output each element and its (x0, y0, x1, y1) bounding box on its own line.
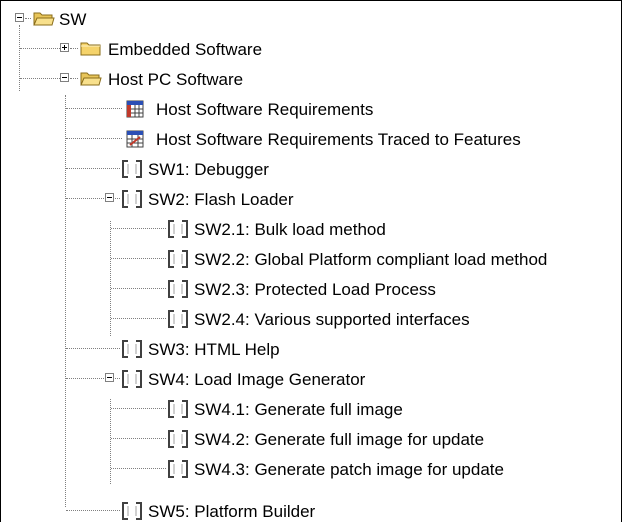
tree-node-label: SW4.3: Generate patch image for update (194, 460, 504, 479)
tree-node-label: Embedded Software (108, 40, 263, 59)
tree-connector-line (20, 48, 60, 49)
tree-node-label: SW (59, 10, 87, 29)
requirement-icon (121, 189, 143, 209)
requirement-icon (167, 279, 189, 299)
tree-node-sw2-2[interactable]: SW2.2: Global Platform compliant load me… (1, 245, 621, 275)
collapse-toggle-icon[interactable] (105, 193, 114, 202)
requirement-icon (121, 369, 143, 389)
tree-node-label: SW2.3: Protected Load Process (194, 280, 436, 299)
tree-connector-line (115, 198, 120, 199)
collapse-toggle-icon[interactable] (15, 13, 24, 22)
requirement-icon (167, 459, 189, 479)
requirement-icon (167, 219, 189, 239)
expand-toggle-icon[interactable] (60, 43, 69, 52)
tree-node-label: Host Software Requirements Traced to Fea… (156, 130, 521, 149)
tree-node-label: SW3: HTML Help (148, 340, 280, 359)
tree-node-label: Host PC Software (108, 70, 244, 89)
tree-node-label: SW4: Load Image Generator (148, 370, 366, 389)
tree-connector-line (111, 438, 166, 439)
tree-node-label: SW5: Platform Builder (148, 502, 316, 521)
tree-connector-line (111, 228, 166, 229)
tree-connector-line (70, 48, 78, 49)
tree-node-sw4-3[interactable]: SW4.3: Generate patch image for update (1, 455, 621, 485)
tree-node-label: Host Software Requirements (156, 100, 374, 119)
tree-connector-line (111, 318, 166, 319)
tree-connector-line (66, 510, 120, 511)
tree-node-sw4[interactable]: SW4: Load Image Generator (1, 365, 621, 395)
tree-connector-line (66, 378, 106, 379)
requirement-icon (121, 501, 143, 521)
table-icon (126, 100, 144, 118)
collapse-toggle-icon[interactable] (105, 373, 114, 382)
tree-node-sw[interactable]: SW (1, 5, 621, 35)
tree-node-label: SW1: Debugger (148, 160, 269, 179)
tree-node-label: SW2.4: Various supported interfaces (194, 310, 470, 329)
tree-node-sw5[interactable]: SW5: Platform Builder (1, 497, 621, 527)
tree-connector-line (111, 288, 166, 289)
tree-connector-line (111, 408, 166, 409)
requirement-icon (121, 159, 143, 179)
tree-node-label: SW4.2: Generate full image for update (194, 430, 485, 449)
tree-connector-line (111, 468, 166, 469)
tree-connector-line (66, 168, 120, 169)
tree-node-label: SW2: Flash Loader (148, 190, 294, 209)
tree-node-label: SW4.1: Generate full image (194, 400, 403, 419)
tree-node-host-software-requirements[interactable]: Host Software Requirements (1, 95, 621, 125)
tree-node-sw2-4[interactable]: SW2.4: Various supported interfaces (1, 305, 621, 335)
tree-node-label: SW2.1: Bulk load method (194, 220, 386, 239)
tree-connector-line (66, 198, 106, 199)
tree-connector-line (66, 108, 122, 109)
tree-connector-line (111, 258, 166, 259)
tree-connector-line (66, 138, 122, 139)
requirement-icon (167, 249, 189, 269)
tree-node-sw2[interactable]: SW2: Flash Loader (1, 185, 621, 215)
tree-node-host-pc-software[interactable]: Host PC Software (1, 65, 621, 95)
collapse-toggle-icon[interactable] (60, 73, 69, 82)
tree-node-label: SW2.2: Global Platform compliant load me… (194, 250, 548, 269)
folder-open-icon (33, 10, 55, 27)
tree-connector-line (20, 78, 60, 79)
tree-node-sw4-1[interactable]: SW4.1: Generate full image (1, 395, 621, 425)
tree-connector-line (66, 348, 120, 349)
tree-node-embedded-software[interactable]: Embedded Software (1, 35, 621, 65)
requirement-icon (167, 429, 189, 449)
tree-node-sw4-2[interactable]: SW4.2: Generate full image for update (1, 425, 621, 455)
requirement-icon (167, 399, 189, 419)
tree-connector-line (115, 378, 120, 379)
tree-node-sw1[interactable]: SW1: Debugger (1, 155, 621, 185)
requirement-icon (121, 339, 143, 359)
trace-table-icon (126, 130, 144, 148)
folder-closed-icon (80, 40, 102, 57)
folder-open-icon (80, 70, 102, 87)
tree-connector-line (70, 78, 78, 79)
tree-node-sw2-1[interactable]: SW2.1: Bulk load method (1, 215, 621, 245)
tree-connector-line (25, 18, 31, 19)
tree-node-sw2-3[interactable]: SW2.3: Protected Load Process (1, 275, 621, 305)
tree-view-panel: SW Embedded Software Host PC Software Ho… (0, 0, 622, 522)
tree-node-sw3[interactable]: SW3: HTML Help (1, 335, 621, 365)
requirement-icon (167, 309, 189, 329)
tree-node-host-software-requirements-traced[interactable]: Host Software Requirements Traced to Fea… (1, 125, 621, 155)
